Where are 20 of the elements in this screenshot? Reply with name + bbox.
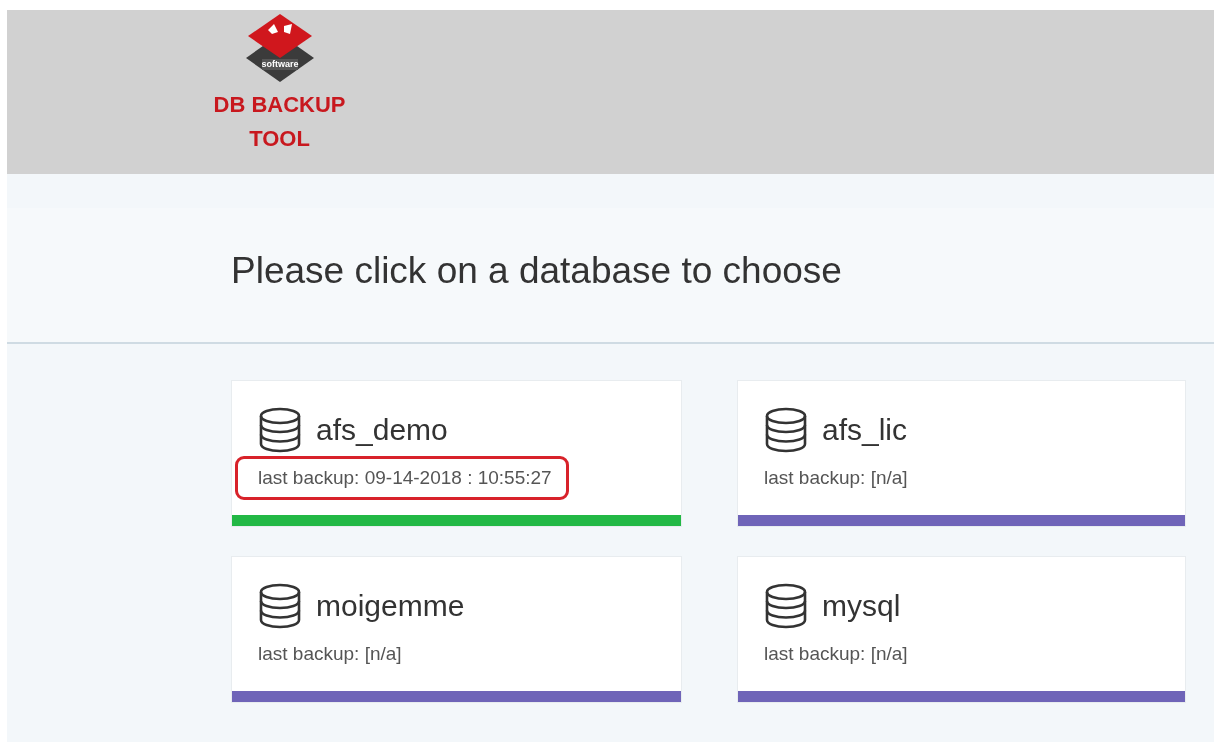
database-card[interactable]: moigemme last backup: [n/a] [231, 556, 682, 703]
database-name: afs_lic [822, 413, 908, 447]
database-icon [258, 583, 302, 629]
database-icon [258, 407, 302, 453]
database-card[interactable]: afs_demo last backup: 09-14-2018 : 10:55:27 [231, 380, 682, 527]
database-icon [764, 583, 808, 629]
database-name: moigemme [316, 589, 465, 623]
database-name: mysql [822, 589, 901, 623]
last-backup-text: last backup: [n/a] [764, 467, 908, 489]
logo-icon [245, 14, 314, 82]
database-card[interactable]: afs_lic last backup: [n/a] [737, 380, 1186, 527]
database-icon [764, 407, 808, 453]
logo-text: software [261, 59, 298, 70]
database-card[interactable]: mysql last backup: [n/a] [737, 556, 1186, 703]
page-heading: Please click on a database to choose [231, 250, 842, 293]
last-backup-text: last backup: [n/a] [764, 643, 908, 665]
last-backup-text: last backup: 09-14-2018 : 10:55:27 [238, 459, 566, 497]
app-title: DB BACKUP TOOL [213, 91, 346, 153]
database-name: afs_demo [316, 413, 448, 447]
last-backup-text: last backup: [n/a] [258, 643, 402, 665]
